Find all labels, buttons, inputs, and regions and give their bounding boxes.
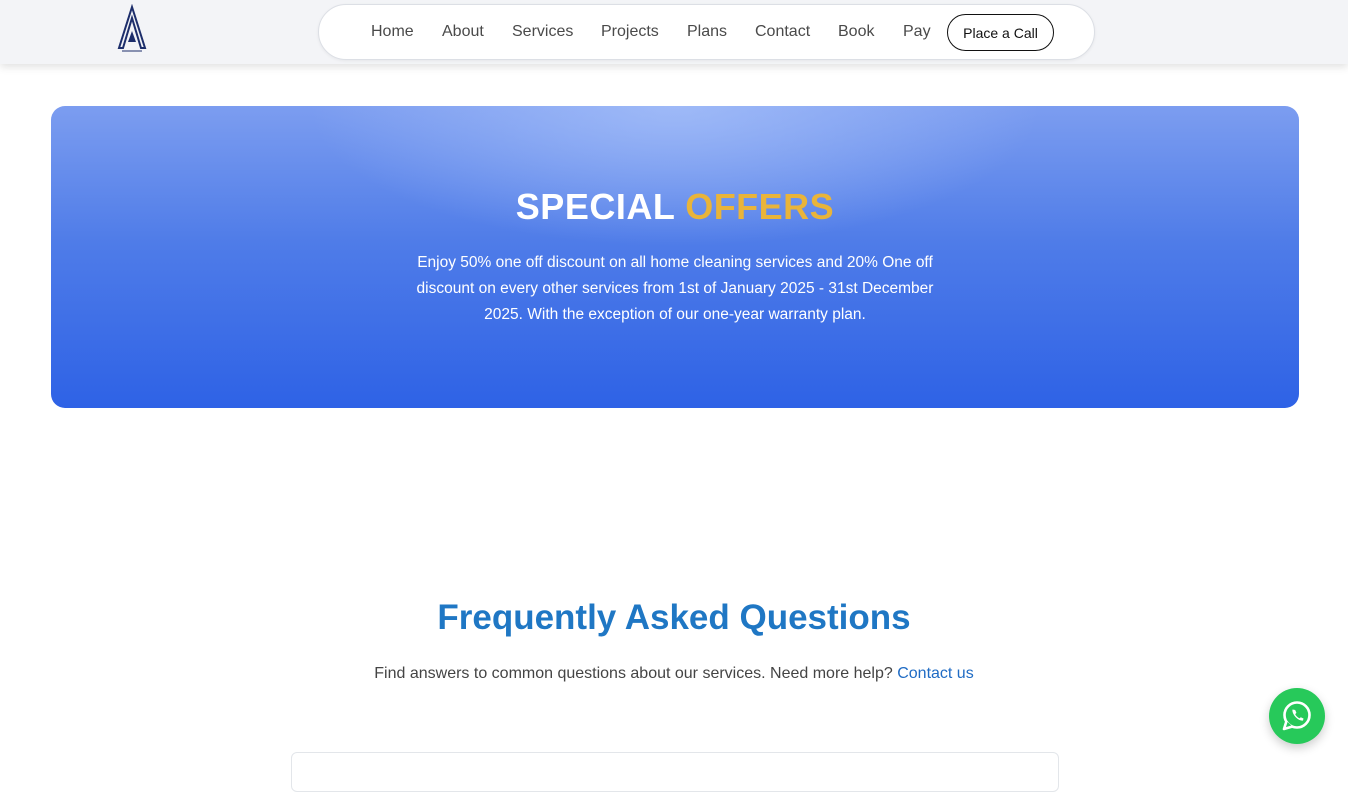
nav-about[interactable]: About bbox=[442, 5, 484, 61]
nav-home[interactable]: Home bbox=[371, 5, 414, 61]
faq-item[interactable] bbox=[291, 752, 1059, 792]
contact-us-link[interactable]: Contact us bbox=[897, 665, 973, 682]
faq-subtitle-text: Find answers to common questions about o… bbox=[374, 665, 893, 682]
faq-title: Frequently Asked Questions bbox=[437, 598, 911, 637]
site-header: Home About Services Projects Plans Conta… bbox=[0, 0, 1348, 64]
nav-plans[interactable]: Plans bbox=[687, 5, 727, 61]
offer-description: Enjoy 50% one off discount on all home c… bbox=[416, 254, 934, 323]
main-navigation: Home About Services Projects Plans Conta… bbox=[318, 4, 1095, 60]
nav-projects[interactable]: Projects bbox=[601, 5, 659, 61]
nav-services[interactable]: Services bbox=[512, 5, 573, 61]
special-offers-banner: SPECIAL OFFERS Enjoy 50% one off discoun… bbox=[51, 106, 1299, 408]
whatsapp-button[interactable] bbox=[1269, 688, 1325, 744]
nav-contact[interactable]: Contact bbox=[755, 5, 810, 61]
place-call-button[interactable]: Place a Call bbox=[947, 14, 1054, 51]
company-logo-icon[interactable] bbox=[114, 3, 150, 54]
offer-title: SPECIAL OFFERS bbox=[51, 186, 1299, 228]
nav-book[interactable]: Book bbox=[838, 5, 874, 61]
offer-title-accent: OFFERS bbox=[685, 186, 835, 227]
offer-title-main: SPECIAL bbox=[515, 186, 675, 227]
whatsapp-icon bbox=[1282, 701, 1311, 731]
faq-subtitle: Find answers to common questions about o… bbox=[0, 665, 1348, 683]
nav-pay[interactable]: Pay bbox=[903, 5, 931, 61]
